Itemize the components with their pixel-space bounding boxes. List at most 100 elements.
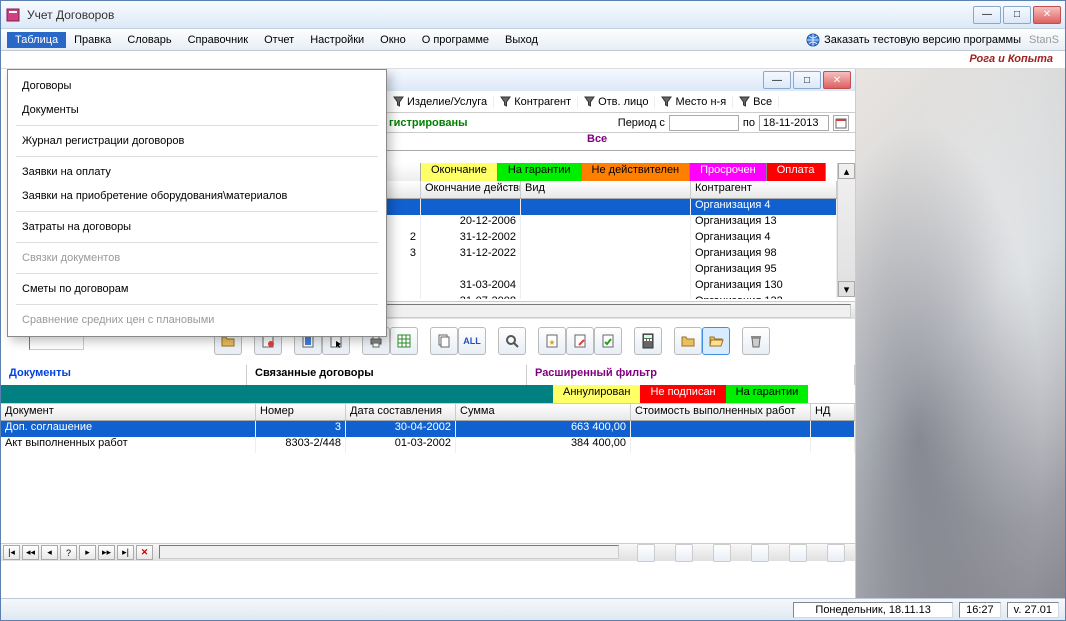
doc-col-cost[interactable]: Стоимость выполненных работ <box>631 404 811 420</box>
period-to-input[interactable] <box>759 115 829 131</box>
doc-grid-body[interactable]: Доп. соглашение330-04-2002663 400,00Акт … <box>1 421 855 543</box>
table-row[interactable]: 20-12-2006Организация 13 <box>387 215 837 231</box>
tb-folder-open-icon[interactable] <box>702 327 730 355</box>
funnel-icon <box>661 96 672 107</box>
dropdown-item[interactable]: Договоры <box>8 74 386 98</box>
dropdown-item[interactable]: Затраты на договоры <box>8 215 386 239</box>
grid-body[interactable]: Организация 420-12-2006Организация 13231… <box>387 199 837 299</box>
table-row[interactable]: Акт выполненных работ8303-2/44801-03-200… <box>1 437 855 453</box>
doc-scroll-track[interactable] <box>159 545 619 559</box>
doc-nav-first[interactable]: |◂ <box>3 545 20 560</box>
order-trial-link[interactable]: Заказать тестовую версию программы <box>806 33 1021 47</box>
tag-unsigned[interactable]: Не подписан <box>640 385 725 403</box>
table-row[interactable]: Организация 95 <box>387 263 837 279</box>
tag-bar: Аннулирован Не подписан На гарантии <box>1 385 855 403</box>
tb-all-icon[interactable]: ALL <box>458 327 486 355</box>
svg-text:★: ★ <box>548 338 555 347</box>
menu-spravochnik[interactable]: Справочник <box>180 32 257 48</box>
doc-col-date[interactable]: Дата составления <box>346 404 456 420</box>
status-tabs: Окончание На гарантии Не действителен Пр… <box>387 163 837 181</box>
tag-annulled[interactable]: Аннулирован <box>553 385 640 403</box>
doc-col-sum[interactable]: Сумма <box>456 404 631 420</box>
brand-stans: StanS <box>1029 34 1059 46</box>
table-row[interactable]: Доп. соглашение330-04-2002663 400,00 <box>1 421 855 437</box>
dropdown-item[interactable]: Заявки на приобретение оборудования\мате… <box>8 184 386 208</box>
tb-copy-icon[interactable] <box>430 327 458 355</box>
dropdown-item[interactable]: Документы <box>8 98 386 122</box>
menu-o-programme[interactable]: О программе <box>414 32 497 48</box>
menu-slovar[interactable]: Словарь <box>119 32 179 48</box>
mini-button-1[interactable] <box>637 544 655 562</box>
status-warranty[interactable]: На гарантии <box>498 163 582 181</box>
dropdown-item[interactable]: Заявки на оплату <box>8 160 386 184</box>
mini-button-2[interactable] <box>675 544 693 562</box>
menu-okno[interactable]: Окно <box>372 32 414 48</box>
section-linked[interactable]: Связанные договоры <box>247 365 527 385</box>
menu-tablica[interactable]: Таблица <box>7 32 66 48</box>
table-row[interactable]: 331-12-2022Организация 98 <box>387 247 837 263</box>
inner-close-button[interactable]: ✕ <box>823 71 851 89</box>
period-from-input[interactable] <box>669 115 739 131</box>
menu-vyhod[interactable]: Выход <box>497 32 546 48</box>
mini-button-3[interactable] <box>713 544 731 562</box>
menu-pravka[interactable]: Правка <box>66 32 119 48</box>
close-button[interactable]: ✕ <box>1033 6 1061 24</box>
doc-nav-prev[interactable]: ◂ <box>41 545 58 560</box>
doc-nav-prev-page[interactable]: ◂◂ <box>22 545 39 560</box>
mini-button-4[interactable] <box>751 544 769 562</box>
mini-button-6[interactable] <box>827 544 845 562</box>
tag-warranty[interactable]: На гарантии <box>726 385 809 403</box>
col-blank[interactable] <box>387 181 421 198</box>
minimize-button[interactable]: — <box>973 6 1001 24</box>
inner-maximize-button[interactable]: □ <box>793 71 821 89</box>
section-documents[interactable]: Документы <box>1 365 247 385</box>
status-time: 16:27 <box>959 602 1001 618</box>
status-invalid[interactable]: Не действителен <box>582 163 691 181</box>
tab-vse[interactable]: Все <box>579 133 615 150</box>
section-filter[interactable]: Расширенный фильтр <box>527 365 855 385</box>
doc-nav-help[interactable]: ? <box>60 545 77 560</box>
scroll-up-button[interactable]: ▴ <box>838 163 855 179</box>
tb-doc-checked-icon[interactable] <box>594 327 622 355</box>
doc-col-document[interactable]: Документ <box>1 404 256 420</box>
tb-doc-star-icon[interactable]: ★ <box>538 327 566 355</box>
col-end-date[interactable]: Окончание действия <box>421 181 521 198</box>
col-contractor[interactable]: Контрагент <box>691 181 837 198</box>
doc-nav-delete[interactable]: ✕ <box>136 545 153 560</box>
filter-contractor[interactable]: Контрагент <box>494 96 578 108</box>
tb-doc-paste-icon[interactable] <box>566 327 594 355</box>
calendar-button[interactable] <box>833 115 849 131</box>
doc-nav-next-page[interactable]: ▸▸ <box>98 545 115 560</box>
tb-trash-icon[interactable] <box>742 327 770 355</box>
col-kind[interactable]: Вид <box>521 181 691 198</box>
dropdown-item[interactable]: Сметы по договорам <box>8 277 386 301</box>
filter-responsible[interactable]: Отв. лицо <box>578 96 655 108</box>
tb-folder-closed-icon[interactable] <box>674 327 702 355</box>
doc-col-nd[interactable]: НД <box>811 404 855 420</box>
titlebar: Учет Договоров — □ ✕ <box>1 1 1065 29</box>
filter-product[interactable]: Изделие/Услуга <box>387 96 494 108</box>
inner-minimize-button[interactable]: — <box>763 71 791 89</box>
tb-calc-icon[interactable] <box>634 327 662 355</box>
status-overdue[interactable]: Просрочен <box>690 163 767 181</box>
doc-nav-last[interactable]: ▸| <box>117 545 134 560</box>
doc-col-number[interactable]: Номер <box>256 404 346 420</box>
table-row[interactable]: Организация 4 <box>387 199 837 215</box>
status-ending[interactable]: Окончание <box>421 163 498 181</box>
tb-spreadsheet-icon[interactable] <box>390 327 418 355</box>
menu-nastroiki[interactable]: Настройки <box>302 32 372 48</box>
table-row[interactable]: 31-03-2004Организация 130 <box>387 279 837 295</box>
table-row[interactable]: 231-12-2002Организация 4 <box>387 231 837 247</box>
table-row[interactable]: 31-07-2008Организация 132 <box>387 295 837 299</box>
tb-search-icon[interactable] <box>498 327 526 355</box>
filter-location[interactable]: Место н-я <box>655 96 733 108</box>
doc-nav-next[interactable]: ▸ <box>79 545 96 560</box>
mini-button-5[interactable] <box>789 544 807 562</box>
status-payment[interactable]: Оплата <box>767 163 826 181</box>
maximize-button[interactable]: □ <box>1003 6 1031 24</box>
scroll-down-button[interactable]: ▾ <box>838 281 855 297</box>
menu-otchet[interactable]: Отчет <box>256 32 302 48</box>
filter-all[interactable]: Все <box>733 96 779 108</box>
dropdown-item[interactable]: Журнал регистрации договоров <box>8 129 386 153</box>
lower-panel: Документы Связанные договоры Расширенный… <box>1 365 855 598</box>
